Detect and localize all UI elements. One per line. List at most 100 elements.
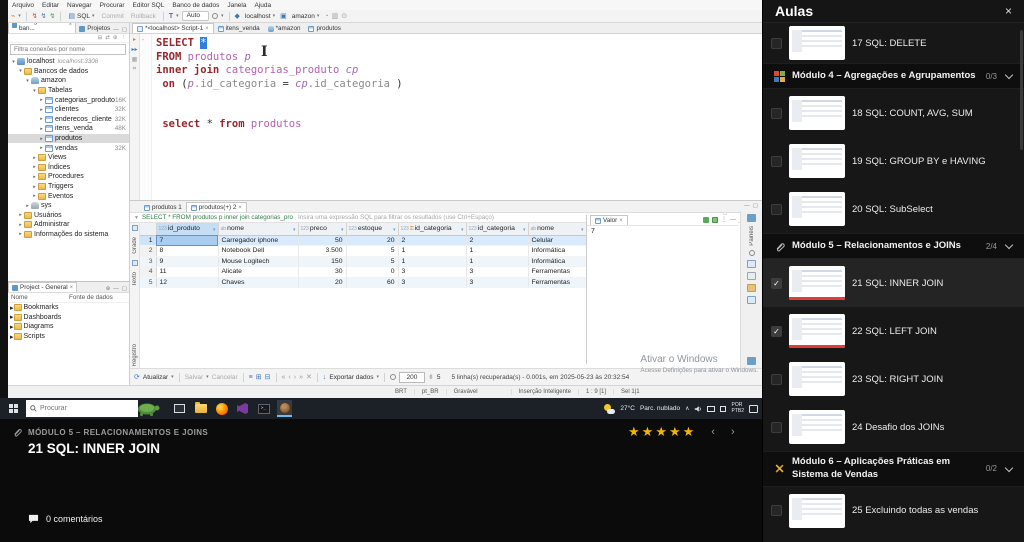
aggregate-panel-icon[interactable] (747, 295, 756, 304)
grid-cell[interactable]: 3 (398, 277, 467, 288)
column-header-preco[interactable]: 123preco ▾ (298, 223, 347, 236)
star-icon[interactable]: ★ (683, 425, 695, 438)
sql-editor-button[interactable]: ▤ SQL ▾ (66, 13, 96, 20)
grid-cell[interactable]: 9 (156, 256, 219, 267)
column-menu-icon[interactable]: ▾ (293, 227, 296, 233)
expander-icon[interactable]: ▸ (38, 116, 45, 122)
connection-select[interactable]: localhost ▾ (243, 13, 277, 20)
menu-dots-icon[interactable]: ⋮ (721, 216, 727, 223)
weather-temp[interactable]: 27°C (620, 405, 635, 412)
chevron-down-icon[interactable] (1004, 463, 1014, 473)
value-panel-icon[interactable] (747, 214, 756, 222)
grid-cell[interactable]: 3 (466, 277, 529, 288)
lesson-item[interactable] (763, 534, 1024, 542)
tab-grade[interactable]: Grade (132, 237, 138, 254)
module-header[interactable]: Módulo 6 – Aplicações Práticas em Sistem… (763, 451, 1024, 487)
close-icon[interactable]: × (205, 26, 209, 32)
column-menu-icon[interactable]: ▾ (581, 227, 584, 233)
transaction-mode-icon[interactable]: T (169, 13, 173, 20)
lesson-checkbox[interactable] (771, 37, 782, 49)
expander-icon[interactable]: ▸ (38, 126, 45, 132)
expander-icon[interactable]: ▸ (38, 145, 45, 151)
volume-icon[interactable] (694, 405, 702, 413)
tab-registro[interactable]: Registro (132, 344, 138, 366)
star-icon[interactable]: ★ (669, 425, 681, 438)
visual-studio-button[interactable] (235, 400, 250, 417)
tree-item[interactable]: ▸ Triggers (8, 182, 129, 192)
execute-icon[interactable]: ▸ (133, 36, 136, 43)
expander-icon[interactable]: ▾ (24, 78, 31, 84)
lesson-item[interactable]: ✓ 22 SQL: LEFT JOIN (763, 307, 1024, 355)
menu-item[interactable]: Editar (42, 2, 59, 9)
column-nome[interactable]: Nome (11, 294, 69, 301)
tree-item[interactable]: ▸ itens_venda 48K (8, 124, 129, 134)
refresh-icon[interactable]: ⟳ (134, 374, 140, 381)
grid-cell[interactable]: Chaves (218, 277, 299, 288)
close-icon[interactable]: × (70, 285, 74, 291)
module-header[interactable]: Módulo 4 – Agregações e Agrupamentos 0/3 (763, 63, 1024, 89)
menu-item[interactable]: Banco de dados (172, 2, 219, 9)
row-number[interactable]: 5 (140, 277, 157, 288)
grid-cell[interactable]: 1 (398, 256, 467, 267)
disconnect-icon[interactable]: ↯ (49, 13, 55, 20)
copy-row-icon[interactable]: ⊟ (265, 374, 271, 381)
collapse-all-icon[interactable]: ⊟ (98, 35, 103, 41)
references-panel-icon[interactable] (747, 283, 756, 292)
lesson-item[interactable]: ✓ 21 SQL: INNER JOIN (763, 259, 1024, 307)
minimize-icon[interactable]: — (730, 217, 736, 223)
module-header[interactable]: Módulo 5 – Relacionamentos e JOINs 2/4 (763, 233, 1024, 259)
row-number[interactable]: 3 (140, 256, 157, 267)
next-page-icon[interactable]: › (294, 374, 296, 381)
editor-tab[interactable]: itens_venda (214, 24, 264, 33)
dbeaver-button[interactable] (277, 400, 292, 417)
grid-cell[interactable]: 150 (298, 256, 347, 267)
expander-icon[interactable]: ▸ (10, 304, 14, 312)
search-icon[interactable]: ⊙ (341, 13, 347, 20)
grid-cell[interactable]: Celular (528, 235, 587, 246)
first-page-icon[interactable]: « (282, 374, 286, 381)
grid-cell[interactable]: 60 (346, 277, 399, 288)
column-menu-icon[interactable]: ▾ (523, 227, 526, 233)
edit-value-icon[interactable] (712, 216, 718, 223)
grid-cell[interactable]: 5 (346, 256, 399, 267)
file-explorer-button[interactable] (193, 400, 208, 417)
explain-icon[interactable]: ▦ (132, 56, 138, 63)
taskbar-search[interactable] (26, 400, 138, 417)
tab-texto[interactable]: Texto (132, 272, 138, 286)
tray-expand-icon[interactable]: ∧ (685, 405, 689, 412)
tree-item[interactable]: ▸ clientes 32K (8, 105, 129, 115)
tree-item[interactable]: ▸ categorias_produto 16K (8, 95, 129, 105)
refresh-button[interactable]: Atualizar (143, 374, 168, 381)
expander-icon[interactable]: ▸ (10, 323, 14, 331)
save-button[interactable]: Salvar (185, 374, 203, 381)
expander-icon[interactable]: ▸ (38, 107, 45, 113)
tree-item[interactable]: ▸ Usuários (8, 211, 129, 221)
add-row-icon[interactable]: ⊞ (256, 374, 262, 381)
lesson-item[interactable]: 19 SQL: GROUP BY e HAVING (763, 137, 1024, 185)
grid-cell[interactable]: 30 (298, 266, 347, 278)
grid-cell[interactable]: Informática (528, 245, 587, 257)
expander-icon[interactable]: ▸ (31, 184, 38, 190)
minimize-icon[interactable]: — (113, 286, 119, 292)
gear-icon[interactable] (748, 249, 755, 256)
tree-item[interactable]: ▸ Views (8, 153, 129, 163)
minimize-icon[interactable]: — (113, 27, 119, 33)
sql-editor[interactable]: ▸ ▸▸ ▦ ⌗ - SELECT * FROM produtos p inner … (130, 34, 762, 200)
grid-cell[interactable]: 20 (298, 277, 347, 288)
grid-cell[interactable]: Ferramentas (528, 266, 587, 278)
gear-icon[interactable] (389, 374, 396, 380)
connect-icon[interactable]: ↯ (32, 13, 38, 20)
reconnect-icon[interactable]: ↯ (41, 13, 47, 20)
tree-item[interactable]: ▸ produtos (8, 133, 129, 144)
pen-settings-icon[interactable] (720, 405, 727, 412)
prev-page-icon[interactable]: ‹ (288, 374, 290, 381)
grid-cell[interactable]: 12 (156, 277, 219, 288)
menu-item[interactable]: Navegar (67, 2, 92, 9)
tree-item[interactable]: ▸ enderecos_cliente 32K (8, 115, 129, 125)
weather-icon[interactable] (604, 403, 616, 414)
database-select[interactable]: amazon ▾ (290, 13, 322, 20)
close-icon[interactable]: × (69, 23, 73, 28)
grid-cell[interactable]: 0 (346, 266, 399, 278)
expander-icon[interactable]: ▸ (17, 212, 24, 218)
lesson-item[interactable]: 20 SQL: SubSelect (763, 185, 1024, 233)
